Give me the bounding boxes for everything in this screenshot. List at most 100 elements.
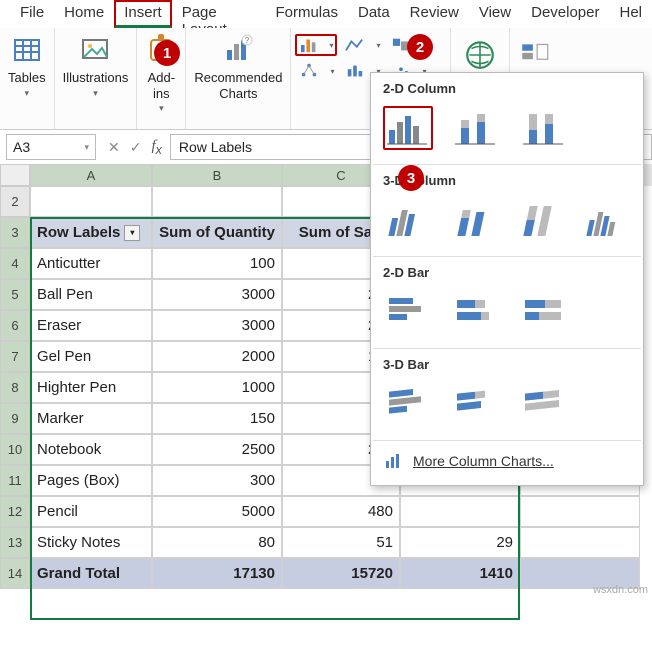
stacked-column-100-2d[interactable] (519, 106, 569, 150)
cell[interactable]: Row Labels▾ (30, 217, 152, 248)
stacked-bar-2d[interactable] (451, 290, 501, 334)
cell[interactable]: Notebook (30, 434, 152, 465)
menu-tab-insert[interactable]: Insert (114, 0, 172, 28)
filter-button[interactable]: ▾ (124, 225, 140, 241)
cell[interactable]: Grand Total (30, 558, 152, 589)
more-column-charts[interactable]: More Column Charts... (371, 441, 643, 481)
name-box[interactable]: A3 ▾ (6, 134, 96, 160)
menu-tab-view[interactable]: View (469, 0, 521, 28)
ribbon-group-illustrations[interactable]: Illustrations ▾ (55, 28, 138, 129)
clustered-column-3d[interactable] (383, 198, 432, 242)
stacked-bar-100-3d[interactable] (519, 382, 569, 426)
row-number[interactable]: 3 (0, 217, 30, 248)
cell[interactable]: Gel Pen (30, 341, 152, 372)
cell[interactable]: Pages (Box) (30, 465, 152, 496)
cell[interactable]: 3000 (152, 279, 282, 310)
stacked-column-3d[interactable] (450, 198, 499, 242)
cell[interactable]: 51 (282, 527, 400, 558)
row-number[interactable]: 6 (0, 310, 30, 341)
ribbon-group-tables[interactable]: Tables ▾ (0, 28, 55, 129)
watermark: wsxdn.com (593, 584, 648, 596)
illustrations-label: Illustrations (63, 70, 129, 86)
cell[interactable] (520, 496, 640, 527)
grid-row: 12Pencil5000480 (0, 496, 652, 527)
gallery-section-title: 3-D Bar (371, 349, 643, 378)
row-number[interactable]: 11 (0, 465, 30, 496)
cell[interactable]: Ball Pen (30, 279, 152, 310)
cell[interactable]: Highter Pen (30, 372, 152, 403)
cell[interactable]: 2500 (152, 434, 282, 465)
menu-tab-review[interactable]: Review (400, 0, 469, 28)
column-chart-button[interactable]: ▾ (295, 34, 337, 56)
cell[interactable] (152, 186, 282, 217)
menu-bar: FileHomeInsertPage LayoutFormulasDataRev… (0, 0, 652, 28)
stacked-column-2d[interactable] (451, 106, 501, 150)
cell[interactable]: 3000 (152, 310, 282, 341)
menu-tab-home[interactable]: Home (54, 0, 114, 28)
row-number[interactable]: 10 (0, 434, 30, 465)
menu-tab-file[interactable]: File (10, 0, 54, 28)
menu-tab-page-layout[interactable]: Page Layout (172, 0, 266, 28)
cancel-icon[interactable]: ✕ (108, 139, 120, 156)
row-number[interactable]: 2 (0, 186, 30, 217)
clustered-column-2d[interactable] (383, 106, 433, 150)
recommended-charts-icon: ? (222, 34, 254, 66)
column-header[interactable]: A (30, 164, 152, 186)
column-chart-gallery: 2-D Column 3-D Column 2-D Bar 3-D Bar Mo… (370, 72, 644, 486)
line-chart-button[interactable]: ▾ (341, 34, 383, 56)
cell[interactable]: 100 (152, 248, 282, 279)
recommended-charts-label: Recommended Charts (194, 70, 282, 101)
menu-tab-formulas[interactable]: Formulas (265, 0, 348, 28)
cell[interactable] (520, 527, 640, 558)
cell[interactable]: Sum of Quantity (152, 217, 282, 248)
stacked-bar-3d[interactable] (451, 382, 501, 426)
formula-bar-icons: ✕ ✓ fx (100, 138, 170, 157)
cell[interactable]: 300 (152, 465, 282, 496)
stacked-bar-100-2d[interactable] (519, 290, 569, 334)
menu-tab-data[interactable]: Data (348, 0, 400, 28)
cell[interactable]: 1410 (400, 558, 520, 589)
cell[interactable]: Sticky Notes (30, 527, 152, 558)
clustered-bar-3d[interactable] (383, 382, 433, 426)
enter-icon[interactable]: ✓ (130, 139, 142, 156)
cell[interactable] (400, 496, 520, 527)
row-number[interactable]: 13 (0, 527, 30, 558)
cell[interactable]: 150 (152, 403, 282, 434)
svg-text:?: ? (245, 36, 250, 45)
hierarchy-chart-button[interactable]: ▾ (295, 60, 337, 82)
fx-icon[interactable]: fx (151, 138, 161, 157)
cell[interactable] (30, 186, 152, 217)
menu-tab-developer[interactable]: Developer (521, 0, 609, 28)
gallery-section-title: 2-D Column (371, 73, 643, 102)
chevron-down-icon: ▾ (329, 41, 333, 50)
column-header[interactable]: B (152, 164, 282, 186)
row-number[interactable]: 5 (0, 279, 30, 310)
row-number[interactable]: 14 (0, 558, 30, 589)
cell[interactable]: Anticutter (30, 248, 152, 279)
annotation-badge-2: 2 (407, 34, 433, 60)
cell[interactable]: 1000 (152, 372, 282, 403)
clustered-bar-2d[interactable] (383, 290, 433, 334)
cell[interactable]: 17130 (152, 558, 282, 589)
stacked-column-100-3d[interactable] (516, 198, 565, 242)
ribbon-group-recommended-charts[interactable]: ? Recommended Charts (186, 28, 291, 129)
menu-tab-hel[interactable]: Hel (609, 0, 652, 28)
row-number[interactable]: 4 (0, 248, 30, 279)
cell[interactable]: 2000 (152, 341, 282, 372)
cell[interactable]: Marker (30, 403, 152, 434)
cell[interactable]: Eraser (30, 310, 152, 341)
more-charts-label: More Column Charts... (413, 453, 554, 469)
cell[interactable]: 5000 (152, 496, 282, 527)
row-number[interactable]: 8 (0, 372, 30, 403)
grid-row: 14Grand Total17130157201410 (0, 558, 652, 589)
row-number[interactable]: 12 (0, 496, 30, 527)
cell[interactable]: 15720 (282, 558, 400, 589)
column-3d[interactable] (583, 198, 632, 242)
row-number[interactable]: 7 (0, 341, 30, 372)
cell[interactable]: Pencil (30, 496, 152, 527)
cell[interactable]: 29 (400, 527, 520, 558)
cell[interactable]: 480 (282, 496, 400, 527)
select-all-corner[interactable] (0, 164, 30, 186)
row-number[interactable]: 9 (0, 403, 30, 434)
cell[interactable]: 80 (152, 527, 282, 558)
